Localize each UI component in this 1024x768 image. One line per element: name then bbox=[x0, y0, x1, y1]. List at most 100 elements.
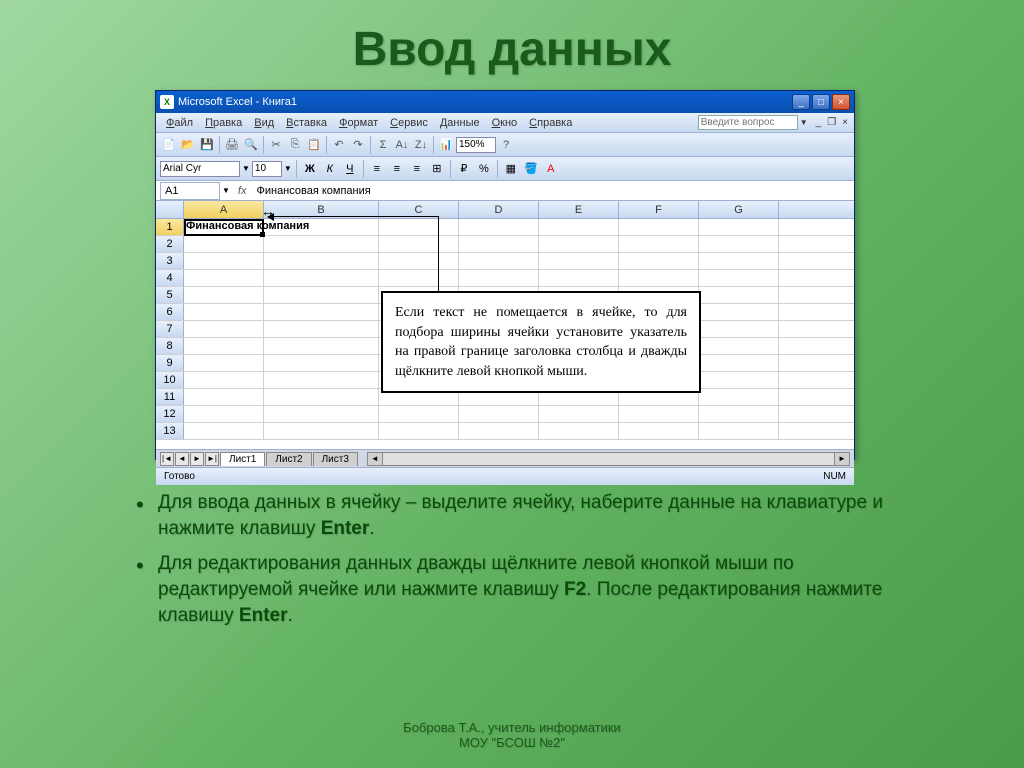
cell[interactable] bbox=[184, 304, 264, 320]
font-size-select[interactable]: 10 bbox=[252, 161, 282, 177]
save-icon[interactable]: 💾 bbox=[198, 136, 216, 154]
cell[interactable] bbox=[264, 321, 379, 337]
menu-format[interactable]: Формат bbox=[333, 115, 384, 131]
maximize-button[interactable]: □ bbox=[812, 94, 830, 110]
font-name-select[interactable]: Arial Cyr bbox=[160, 161, 240, 177]
bold-icon[interactable]: Ж bbox=[301, 160, 319, 178]
menu-data[interactable]: Данные bbox=[434, 115, 486, 131]
menu-help[interactable]: Справка bbox=[523, 115, 578, 131]
sheet-tab-3[interactable]: Лист3 bbox=[313, 452, 358, 466]
cell[interactable] bbox=[699, 321, 779, 337]
underline-icon[interactable]: Ч bbox=[341, 160, 359, 178]
row-header-11[interactable]: 11 bbox=[156, 389, 184, 405]
tab-nav-first[interactable]: |◄ bbox=[160, 452, 174, 466]
col-header-g[interactable]: G bbox=[699, 201, 779, 218]
formula-input[interactable] bbox=[252, 182, 854, 200]
cell[interactable] bbox=[699, 355, 779, 371]
col-header-d[interactable]: D bbox=[459, 201, 539, 218]
cell[interactable] bbox=[699, 372, 779, 388]
doc-restore-button[interactable]: ❐ bbox=[825, 117, 838, 128]
cell[interactable] bbox=[184, 406, 264, 422]
menu-window[interactable]: Окно bbox=[486, 115, 524, 131]
cell[interactable] bbox=[699, 236, 779, 252]
cell[interactable] bbox=[539, 423, 619, 439]
help-icon[interactable]: ? bbox=[497, 136, 515, 154]
menu-view[interactable]: Вид bbox=[248, 115, 280, 131]
fx-icon[interactable]: fx bbox=[232, 185, 253, 197]
cell[interactable] bbox=[459, 253, 539, 269]
cell[interactable] bbox=[539, 406, 619, 422]
cell[interactable] bbox=[184, 236, 264, 252]
cell[interactable] bbox=[619, 423, 699, 439]
cell[interactable] bbox=[184, 423, 264, 439]
cell[interactable] bbox=[264, 236, 379, 252]
fill-color-icon[interactable]: 🪣 bbox=[522, 160, 540, 178]
row-header-8[interactable]: 8 bbox=[156, 338, 184, 354]
cell[interactable] bbox=[184, 253, 264, 269]
cell[interactable] bbox=[699, 304, 779, 320]
row-header-5[interactable]: 5 bbox=[156, 287, 184, 303]
col-header-a[interactable]: A bbox=[184, 201, 264, 218]
menu-file[interactable]: Файл bbox=[160, 115, 199, 131]
cell[interactable] bbox=[699, 406, 779, 422]
tab-nav-next[interactable]: ► bbox=[190, 452, 204, 466]
help-search-input[interactable] bbox=[698, 115, 798, 130]
cell[interactable] bbox=[184, 338, 264, 354]
borders-icon[interactable]: ▦ bbox=[502, 160, 520, 178]
cell[interactable] bbox=[264, 253, 379, 269]
cell[interactable] bbox=[539, 236, 619, 252]
cell[interactable] bbox=[264, 338, 379, 354]
sum-icon[interactable]: Σ bbox=[374, 136, 392, 154]
close-button[interactable]: × bbox=[832, 94, 850, 110]
cell[interactable] bbox=[264, 406, 379, 422]
cell[interactable] bbox=[699, 389, 779, 405]
row-header-10[interactable]: 10 bbox=[156, 372, 184, 388]
align-center-icon[interactable]: ≡ bbox=[388, 160, 406, 178]
row-header-2[interactable]: 2 bbox=[156, 236, 184, 252]
cell[interactable] bbox=[619, 270, 699, 286]
cell[interactable] bbox=[379, 219, 459, 235]
name-box[interactable]: A1 bbox=[160, 182, 220, 200]
cell[interactable] bbox=[184, 355, 264, 371]
merge-icon[interactable]: ⊞ bbox=[428, 160, 446, 178]
tab-nav-prev[interactable]: ◄ bbox=[175, 452, 189, 466]
undo-icon[interactable]: ↶ bbox=[330, 136, 348, 154]
cell[interactable] bbox=[699, 253, 779, 269]
col-header-e[interactable]: E bbox=[539, 201, 619, 218]
chart-icon[interactable]: 📊 bbox=[437, 136, 455, 154]
cell[interactable] bbox=[619, 236, 699, 252]
cell[interactable] bbox=[699, 287, 779, 303]
minimize-button[interactable]: _ bbox=[792, 94, 810, 110]
sheet-tab-2[interactable]: Лист2 bbox=[266, 452, 311, 466]
align-left-icon[interactable]: ≡ bbox=[368, 160, 386, 178]
new-icon[interactable]: 📄 bbox=[160, 136, 178, 154]
cell[interactable] bbox=[264, 287, 379, 303]
row-header-12[interactable]: 12 bbox=[156, 406, 184, 422]
copy-icon[interactable]: ⎘ bbox=[286, 136, 304, 154]
row-header-3[interactable]: 3 bbox=[156, 253, 184, 269]
row-header-4[interactable]: 4 bbox=[156, 270, 184, 286]
cell[interactable] bbox=[264, 389, 379, 405]
cell[interactable] bbox=[184, 389, 264, 405]
font-color-icon[interactable]: A bbox=[542, 160, 560, 178]
menu-insert[interactable]: Вставка bbox=[280, 115, 333, 131]
currency-icon[interactable]: ₽ bbox=[455, 160, 473, 178]
cell[interactable] bbox=[264, 423, 379, 439]
sort-asc-icon[interactable]: A↓ bbox=[393, 136, 411, 154]
doc-minimize-button[interactable]: _ bbox=[814, 117, 824, 128]
cell[interactable] bbox=[459, 270, 539, 286]
doc-close-button[interactable]: × bbox=[840, 117, 850, 128]
percent-icon[interactable]: % bbox=[475, 160, 493, 178]
cell[interactable] bbox=[699, 338, 779, 354]
print-icon[interactable]: 🖨 bbox=[223, 136, 241, 154]
cell[interactable] bbox=[184, 372, 264, 388]
cell[interactable] bbox=[379, 406, 459, 422]
select-all-corner[interactable] bbox=[156, 201, 184, 218]
cell[interactable] bbox=[379, 236, 459, 252]
row-header-9[interactable]: 9 bbox=[156, 355, 184, 371]
cell[interactable] bbox=[539, 253, 619, 269]
cut-icon[interactable]: ✂ bbox=[267, 136, 285, 154]
row-header-1[interactable]: 1 bbox=[156, 219, 184, 235]
row-header-7[interactable]: 7 bbox=[156, 321, 184, 337]
menu-edit[interactable]: Правка bbox=[199, 115, 248, 131]
